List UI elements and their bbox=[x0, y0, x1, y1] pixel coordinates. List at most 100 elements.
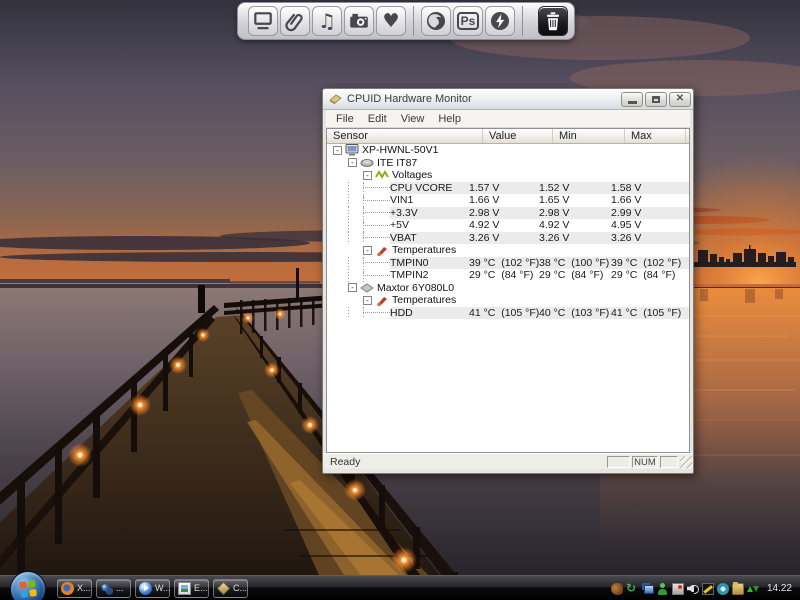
lightning-icon bbox=[489, 10, 511, 32]
tray-user-icon[interactable] bbox=[657, 583, 669, 595]
sensor-row[interactable]: +3.3V2.98 V2.98 V2.99 V bbox=[327, 207, 689, 220]
tree-expand-toggle[interactable]: - bbox=[363, 171, 372, 180]
taskbar-button-photo[interactable]: E... bbox=[174, 579, 209, 598]
sensor-row-stripe: VBAT3.26 V3.26 V3.26 V bbox=[390, 232, 689, 245]
tree-guides bbox=[327, 194, 377, 207]
sensor-row-stripe: CPU VCORE1.57 V1.52 V1.58 V bbox=[390, 182, 689, 195]
camera-icon bbox=[348, 10, 370, 32]
cpuid-app-icon bbox=[328, 93, 342, 105]
tree-guides bbox=[327, 269, 377, 282]
tree-expand-toggle[interactable]: - bbox=[363, 246, 372, 255]
tray-volume-icon[interactable] bbox=[687, 583, 699, 595]
start-button[interactable] bbox=[10, 571, 46, 600]
dock-item-music[interactable]: ♫ bbox=[312, 6, 342, 36]
tree-guides bbox=[327, 182, 377, 195]
tree-expand-toggle[interactable]: - bbox=[348, 158, 357, 167]
paperclip-icon bbox=[284, 10, 306, 32]
orbs-mini-icon bbox=[100, 582, 113, 595]
tree-indent bbox=[327, 169, 363, 182]
firefox-icon bbox=[425, 10, 447, 32]
sensor-list: SensorValueMinMax -XP-HWNL-50V1-ITE IT87… bbox=[326, 128, 690, 453]
sensor-row[interactable]: VBAT3.26 V3.26 V3.26 V bbox=[327, 232, 689, 245]
sensor-row[interactable]: TMPIN229 °C (84 °F)29 °C (84 °F)29 °C (8… bbox=[327, 269, 689, 282]
menu-file[interactable]: File bbox=[329, 113, 361, 125]
menu-view[interactable]: View bbox=[394, 113, 432, 125]
tree-expand-toggle[interactable]: - bbox=[348, 283, 357, 292]
min-cell: 40 °C (103 °F) bbox=[539, 307, 611, 319]
tray-updown-icon[interactable] bbox=[747, 583, 759, 595]
computer-node-icon bbox=[345, 144, 360, 156]
value-cell: 2.98 V bbox=[469, 207, 539, 219]
tree-expand-toggle[interactable]: - bbox=[363, 296, 372, 305]
sensor-row-stripe: VIN11.66 V1.65 V1.66 V bbox=[390, 194, 689, 207]
photo-mini-icon bbox=[178, 582, 191, 595]
num-lock-indicator: NUM bbox=[632, 456, 658, 468]
column-header-filler bbox=[686, 129, 690, 143]
tray-lens-icon[interactable] bbox=[717, 583, 729, 595]
voltage-icon bbox=[375, 169, 390, 181]
taskbar-button-cpuid[interactable]: C... bbox=[213, 579, 248, 598]
dock-item-trash[interactable] bbox=[538, 6, 568, 36]
tree-node-label: Temperatures bbox=[392, 294, 456, 306]
cpuid-hardware-monitor-window: CPUID Hardware Monitor ✕ FileEditViewHel… bbox=[322, 88, 694, 474]
column-header-min[interactable]: Min bbox=[553, 129, 625, 143]
tree-node-row[interactable]: - Voltages bbox=[327, 169, 689, 182]
sensor-row-stripe: TMPIN229 °C (84 °F)29 °C (84 °F)29 °C (8… bbox=[390, 269, 689, 282]
column-header-value[interactable]: Value bbox=[483, 129, 553, 143]
tray-network-icon[interactable] bbox=[644, 585, 654, 594]
tree-guides bbox=[327, 207, 377, 220]
tree-node-label: Temperatures bbox=[392, 244, 456, 256]
taskbar-clock[interactable]: 14.22 bbox=[767, 583, 792, 594]
dock-item-firefox[interactable] bbox=[421, 6, 451, 36]
temperature-icon bbox=[375, 244, 390, 256]
maximize-button[interactable] bbox=[645, 92, 667, 107]
tray-folder-icon[interactable] bbox=[732, 583, 744, 595]
menu-edit[interactable]: Edit bbox=[361, 113, 394, 125]
dock-item-camera[interactable] bbox=[344, 6, 374, 36]
dock-item-heart[interactable]: ♥ bbox=[376, 6, 406, 36]
tree-node-row[interactable]: - Temperatures bbox=[327, 294, 689, 307]
sensor-row[interactable]: TMPIN039 °C (102 °F)38 °C (100 °F)39 °C … bbox=[327, 257, 689, 270]
menu-help[interactable]: Help bbox=[431, 113, 468, 125]
sensor-row[interactable]: CPU VCORE1.57 V1.52 V1.58 V bbox=[327, 182, 689, 195]
tree-node-row[interactable]: -ITE IT87 bbox=[327, 157, 689, 170]
taskbar-button-firefox[interactable]: X... bbox=[57, 579, 92, 598]
min-cell: 29 °C (84 °F) bbox=[539, 269, 611, 281]
tray-display-icon[interactable] bbox=[702, 583, 714, 595]
sensor-row[interactable]: +5V4.92 V4.92 V4.95 V bbox=[327, 219, 689, 232]
minimize-button[interactable] bbox=[621, 92, 643, 107]
sensor-label: VIN1 bbox=[390, 194, 469, 206]
close-button[interactable]: ✕ bbox=[669, 92, 691, 107]
max-cell: 2.99 V bbox=[611, 207, 672, 219]
tray-recycle-icon[interactable] bbox=[626, 583, 638, 595]
tree-node-row[interactable]: -Maxtor 6Y080L0 bbox=[327, 282, 689, 295]
tray-notifier-icon[interactable] bbox=[672, 583, 684, 595]
max-cell: 1.66 V bbox=[611, 194, 672, 206]
harddisk-icon bbox=[360, 282, 375, 294]
tray-squirrel-icon[interactable] bbox=[611, 583, 623, 595]
resize-grip[interactable] bbox=[680, 456, 692, 468]
column-header-row: SensorValueMinMax bbox=[327, 129, 689, 144]
taskbar-button-orbs[interactable]: ... bbox=[96, 579, 131, 598]
tree-node-label: Voltages bbox=[392, 169, 432, 181]
firefox-mini-icon bbox=[61, 582, 74, 595]
tree-expand-toggle[interactable]: - bbox=[333, 146, 342, 155]
dock-item-lightning[interactable] bbox=[485, 6, 515, 36]
sensor-row[interactable]: HDD41 °C (105 °F)40 °C (103 °F)41 °C (10… bbox=[327, 307, 689, 320]
taskbar-button-label: X... bbox=[77, 583, 91, 593]
dock-item-computer[interactable] bbox=[248, 6, 278, 36]
taskbar-button-wmp[interactable]: W... bbox=[135, 579, 170, 598]
sensor-label: TMPIN2 bbox=[390, 269, 469, 281]
status-text: Ready bbox=[330, 456, 605, 468]
taskbar-button-label: ... bbox=[116, 583, 124, 593]
max-cell: 4.95 V bbox=[611, 219, 672, 231]
dock-item-photoshop[interactable]: Ps bbox=[453, 6, 483, 36]
column-header-sensor[interactable]: Sensor bbox=[327, 129, 483, 143]
tree-node-row[interactable]: -XP-HWNL-50V1 bbox=[327, 144, 689, 157]
sensor-row[interactable]: VIN11.66 V1.65 V1.66 V bbox=[327, 194, 689, 207]
column-header-max[interactable]: Max bbox=[625, 129, 686, 143]
window-titlebar[interactable]: CPUID Hardware Monitor ✕ bbox=[323, 89, 693, 110]
tree-node-row[interactable]: - Temperatures bbox=[327, 244, 689, 257]
dock-item-paperclip[interactable] bbox=[280, 6, 310, 36]
sensor-label: HDD bbox=[390, 307, 469, 319]
